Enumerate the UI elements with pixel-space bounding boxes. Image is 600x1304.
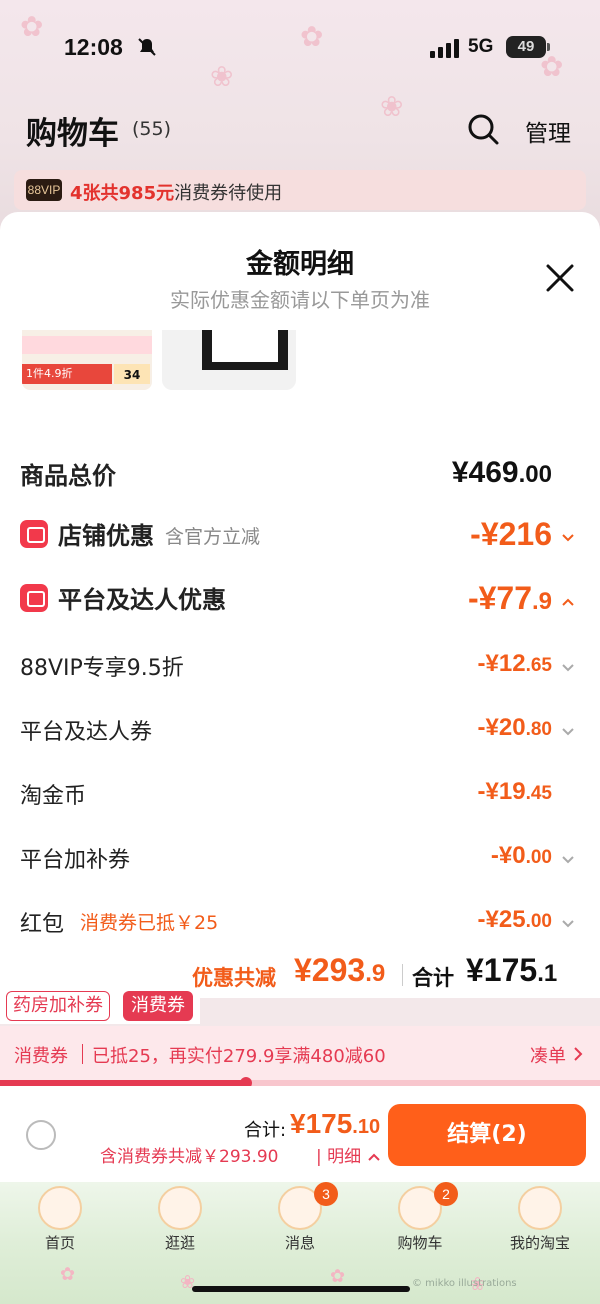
chevron-right-icon — [574, 1047, 583, 1061]
chevron-up-icon — [367, 1153, 380, 1161]
chevron-down-icon[interactable] — [560, 530, 576, 546]
checkout-button[interactable]: 结算(2) — [388, 1104, 586, 1166]
row-label: 淘金币 — [20, 784, 87, 809]
row-note: 消费券已抵￥25 — [80, 912, 219, 934]
row-label: 平台加补券 — [20, 848, 131, 873]
search-icon[interactable] — [466, 112, 500, 146]
row-value: -¥19.45 — [477, 778, 552, 805]
chevron-down-icon[interactable] — [560, 724, 576, 740]
tab-my-taobao[interactable]: 我的淘宝 — [480, 1182, 600, 1262]
discount-total-label: 优惠共减 — [192, 966, 276, 990]
row-label: 平台及达人券 — [20, 720, 153, 745]
tab-messages[interactable]: 3 消息 — [240, 1182, 360, 1262]
network-label: 5G — [468, 36, 494, 57]
close-icon[interactable] — [544, 262, 576, 294]
detail-link[interactable]: | 明细 — [316, 1142, 381, 1167]
chevron-down-icon[interactable] — [560, 916, 576, 932]
chevron-down-icon[interactable] — [560, 852, 576, 868]
promo-tags: 药房加补券 消费券 — [0, 988, 200, 1024]
row-taojinbi: 淘金币 -¥19.45 — [0, 778, 600, 828]
status-time: 12:08 — [64, 34, 123, 60]
row-value: -¥25.00 — [477, 906, 552, 933]
row-goods-total: 商品总价 ¥469.00 — [0, 456, 600, 506]
coupon-icon — [20, 584, 48, 612]
product-thumbnail[interactable] — [162, 330, 296, 390]
thumbnail-discount-bar: 1件4.9折 — [22, 364, 112, 384]
tab-browse[interactable]: 逛逛 — [120, 1182, 240, 1262]
chevron-up-icon[interactable] — [560, 594, 576, 610]
chevron-down-icon[interactable] — [560, 660, 576, 676]
divider — [402, 964, 403, 986]
pharmacy-subsidy-tag: 药房加补券 — [6, 991, 110, 1021]
bell-mute-icon — [138, 38, 156, 56]
row-label: 平台及达人优惠 — [58, 586, 226, 614]
manage-button[interactable]: 管理 — [525, 114, 571, 148]
voucher-label: 消费券 — [14, 1046, 68, 1067]
vip-voucher-strip[interactable]: 88VIP 4张共985元消费券待使用 — [14, 170, 586, 210]
tab-cart[interactable]: 2 购物车 — [360, 1182, 480, 1262]
row-note: 含官方立减 — [165, 526, 261, 548]
store-icon — [20, 520, 48, 548]
row-platform-coupon[interactable]: 平台及达人券 -¥20.80 — [0, 714, 600, 764]
vip-voucher-text: 4张共985元消费券待使用 — [70, 179, 282, 205]
row-value: -¥216 — [470, 516, 552, 552]
product-thumbnail[interactable]: 1件4.9折 34 — [22, 330, 152, 390]
status-bar: 12:08 5G 49 — [0, 28, 600, 68]
row-label: 商品总价 — [20, 462, 116, 490]
vip-voucher-suffix: 消费券待使用 — [174, 183, 283, 204]
row-88vip[interactable]: 88VIP专享9.5折 -¥12.65 — [0, 650, 600, 700]
row-store-discount[interactable]: 店铺优惠 含官方立减 -¥216 — [0, 516, 600, 566]
voucher-bar[interactable]: 消费券 已抵25，再实付279.9享满480减60 凑单 — [0, 1026, 600, 1082]
background-header: ✿ ✿ ❀ ✿ ❀ 12:08 5G 49 购物车 (55) 管理 88VIP … — [0, 0, 600, 230]
amount-detail-sheet: 金额明细 实际优惠金额请以下单页为准 1件4.9折 34 商品总价 ¥469.0… — [0, 212, 600, 998]
unread-badge: 3 — [314, 1182, 338, 1206]
tab-label: 我的淘宝 — [509, 1234, 570, 1252]
tab-label: 逛逛 — [164, 1234, 195, 1252]
row-red-packet[interactable]: 红包 消费券已抵￥25 -¥25.00 — [0, 906, 600, 956]
signal-icon — [430, 39, 459, 58]
grand-total-label: 合计 — [412, 966, 454, 990]
tab-home[interactable]: 首页 — [0, 1182, 120, 1262]
thumbnail-price-tag: 34 — [114, 364, 150, 384]
home-indicator[interactable] — [192, 1286, 410, 1292]
row-platform-discount[interactable]: 平台及达人优惠 -¥77.9 — [0, 580, 600, 630]
browse-mascot-icon — [158, 1186, 202, 1230]
row-value: ¥469.00 — [451, 456, 552, 489]
checkout-total-value: ¥175.10 — [290, 1108, 381, 1139]
voucher-text: 已抵25，再实付279.9享满480减60 — [92, 1046, 386, 1067]
sheet-title: 金额明细 — [246, 249, 354, 280]
row-value: -¥20.80 — [477, 714, 552, 741]
tab-label: 首页 — [44, 1234, 75, 1252]
row-label: 红包 — [20, 912, 65, 937]
cart-badge: 2 — [434, 1182, 458, 1206]
select-all-checkbox[interactable] — [26, 1120, 56, 1150]
row-platform-subsidy[interactable]: 平台加补券 -¥0.00 — [0, 842, 600, 892]
flower-decoration: ❀ — [380, 90, 404, 123]
checkout-bar: 合计: ¥175.10 含消费券共减￥293.90 | 明细 结算(2) — [0, 1086, 600, 1182]
checkout-total-label: 合计: — [244, 1120, 287, 1141]
home-mascot-icon — [38, 1186, 82, 1230]
divider — [82, 1044, 83, 1064]
battery-icon: 49 — [506, 36, 550, 58]
row-value: -¥0.00 — [490, 842, 552, 869]
tab-label: 购物车 — [397, 1234, 443, 1252]
row-value: -¥77.9 — [467, 580, 552, 616]
row-label: 88VIP专享9.5折 — [20, 656, 184, 681]
row-label: 店铺优惠 — [58, 522, 154, 550]
profile-mascot-icon — [518, 1186, 562, 1230]
add-items-link[interactable]: 凑单 — [530, 1042, 566, 1068]
cart-count: (55) — [132, 118, 172, 140]
illustration-credit: © mikko illustrations — [412, 1278, 517, 1289]
page-title: 购物车 — [26, 116, 119, 152]
voucher-tag: 消费券 — [123, 991, 193, 1021]
checkout-discount-line: 含消费券共减￥293.90 — [100, 1147, 279, 1167]
row-value: -¥12.65 — [477, 650, 552, 677]
sheet-subtitle: 实际优惠金额请以下单页为准 — [170, 288, 430, 312]
vip-badge: 88VIP — [26, 179, 62, 201]
grand-total-value: ¥175.1 — [466, 952, 558, 988]
tab-label: 消息 — [284, 1234, 315, 1252]
discount-total-value: ¥293.9 — [294, 952, 386, 988]
vip-voucher-highlight: 4张共985元 — [70, 183, 175, 204]
